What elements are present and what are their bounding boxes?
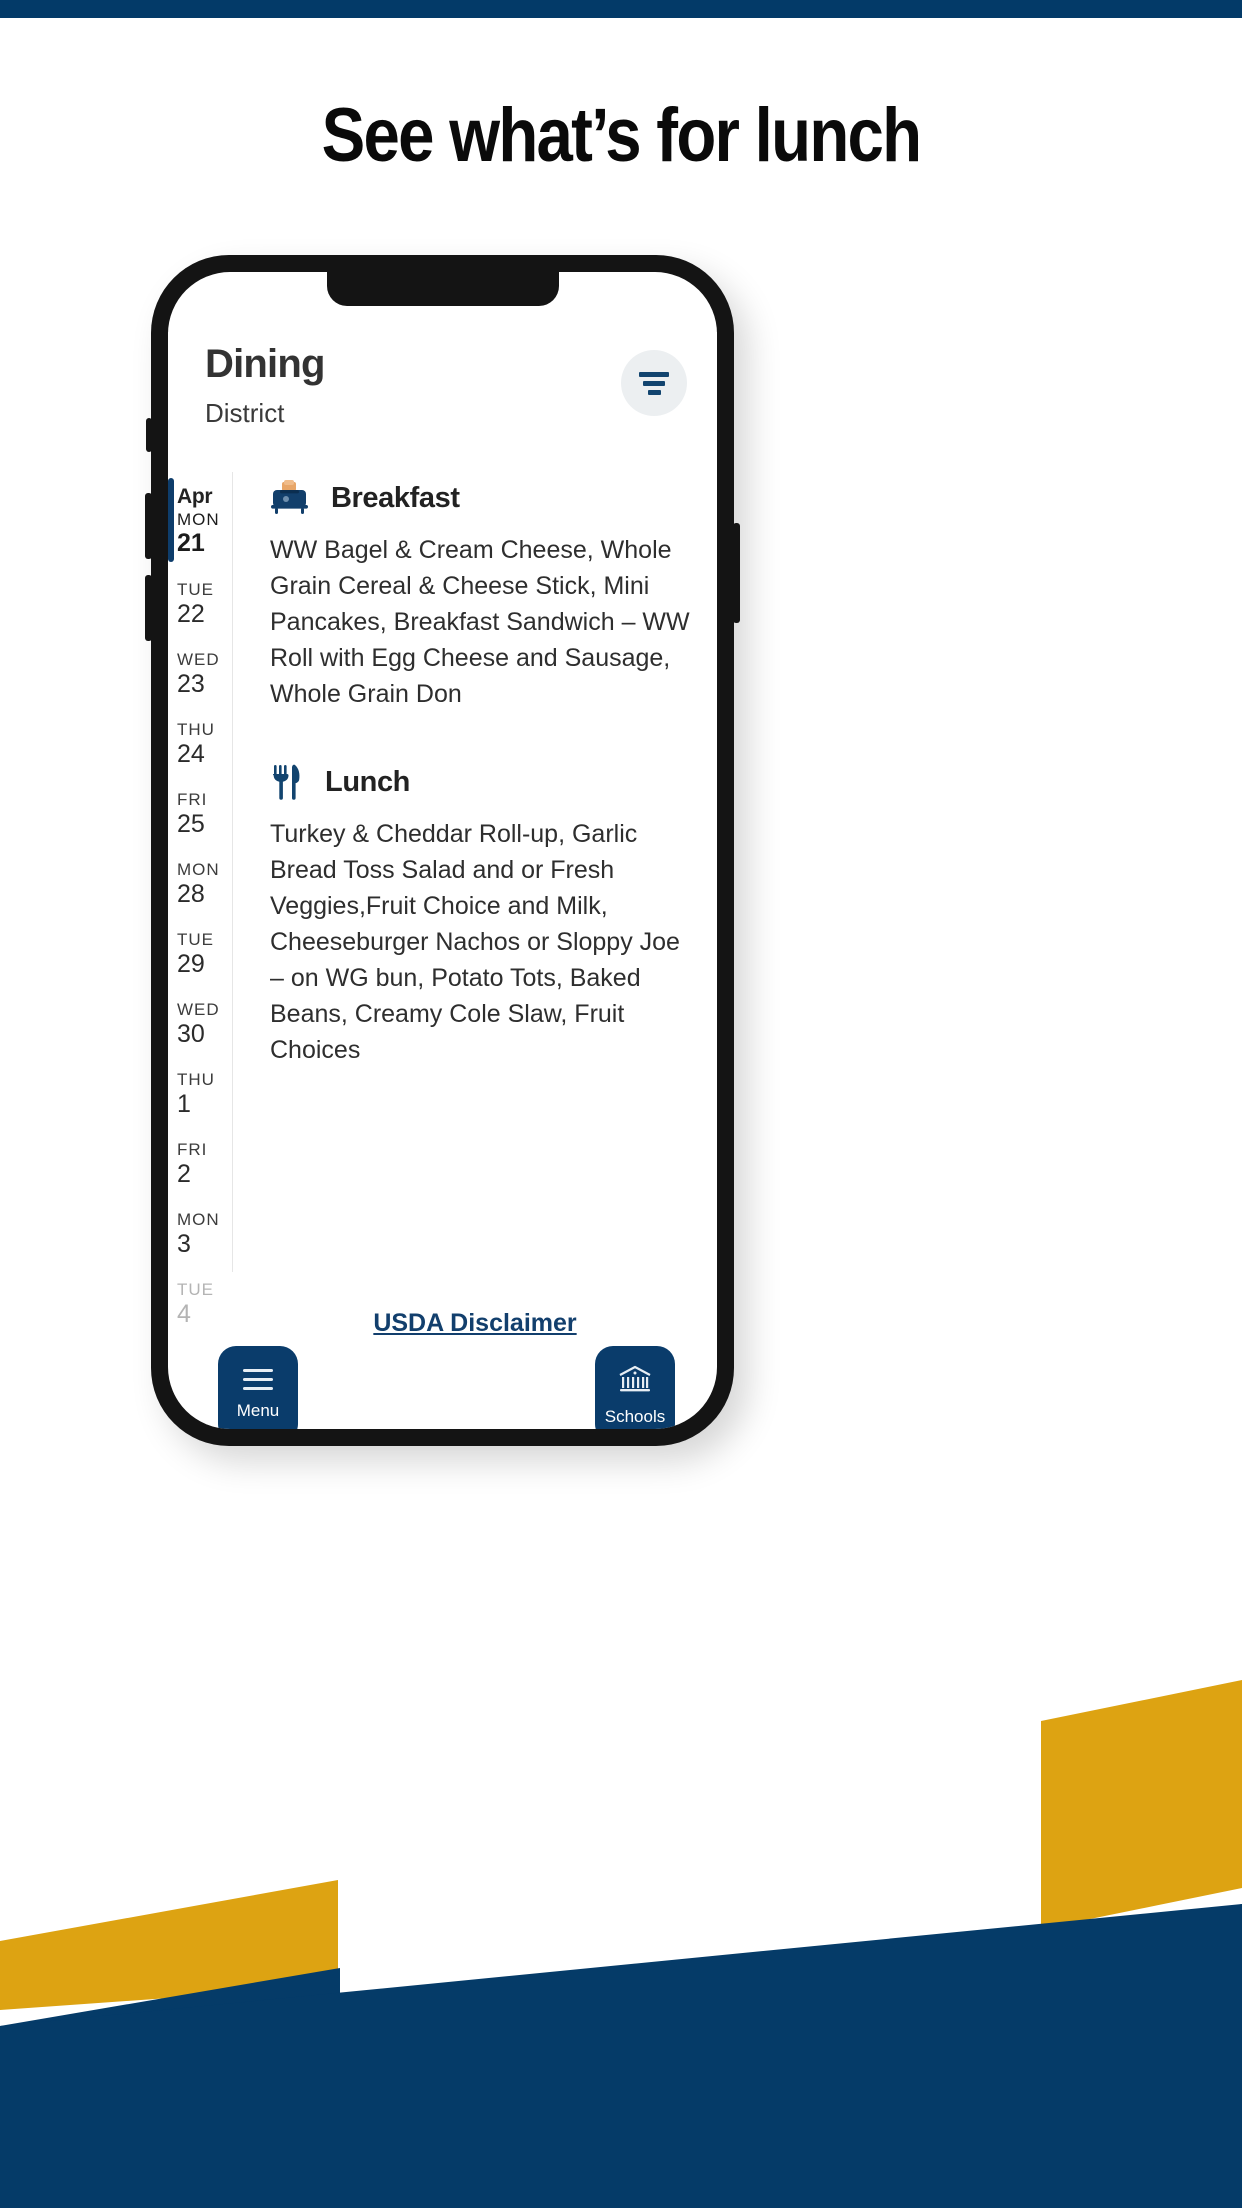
promo-screenshot: See what’s for lunch Dining District Apr… xyxy=(0,0,1242,2208)
phone-power-button xyxy=(733,523,740,623)
day-number: 3 xyxy=(177,1229,191,1258)
month-label: Apr xyxy=(177,484,213,508)
day-of-week: THU xyxy=(177,1070,215,1090)
phone-volume-down-button xyxy=(145,575,152,641)
date-cell[interactable]: FRI 25 xyxy=(168,778,232,848)
phone-mute-button xyxy=(146,418,152,452)
meal-list: Breakfast WW Bagel & Cream Cheese, Whole… xyxy=(233,472,717,1272)
day-number: 23 xyxy=(177,669,205,698)
date-cell[interactable]: MON 3 xyxy=(168,1198,232,1268)
date-cell[interactable]: WED 30 xyxy=(168,988,232,1058)
day-of-week: WED xyxy=(177,650,220,670)
schools-button[interactable]: Schools xyxy=(595,1346,675,1429)
meal-items: WW Bagel & Cream Cheese, Whole Grain Cer… xyxy=(270,536,690,708)
day-of-week: TUE xyxy=(177,580,214,600)
day-of-week: FRI xyxy=(177,1140,208,1160)
schools-button-label: Schools xyxy=(604,1406,666,1426)
menu-button-label: Menu xyxy=(236,1401,280,1420)
date-cell[interactable]: MON 28 xyxy=(168,848,232,918)
day-number: 21 xyxy=(177,528,205,557)
meal-name: Breakfast xyxy=(331,481,460,514)
meal-header: Breakfast xyxy=(270,476,695,520)
day-of-week: FRI xyxy=(177,790,208,810)
promo-headline: See what’s for lunch xyxy=(321,93,922,178)
day-number: 29 xyxy=(177,949,205,978)
date-cell[interactable]: THU 24 xyxy=(168,708,232,778)
page-subtitle: District xyxy=(205,398,285,428)
filter-button[interactable] xyxy=(621,350,687,416)
toaster-icon xyxy=(271,480,308,514)
phone-mockup: Dining District Apr MON 21 TUE 22 WED 23… xyxy=(145,255,740,1446)
day-of-week: MON xyxy=(177,860,220,880)
date-cell[interactable]: THU 1 xyxy=(168,1058,232,1128)
day-of-week: WED xyxy=(177,1000,220,1020)
date-cell-selected[interactable]: Apr MON 21 xyxy=(168,474,232,568)
day-number: 4 xyxy=(177,1299,191,1328)
fork-knife-icon xyxy=(272,764,300,800)
date-cell[interactable]: TUE 29 xyxy=(168,918,232,988)
bank-building-icon xyxy=(619,1365,651,1391)
day-of-week: THU xyxy=(177,720,215,740)
menu-body: Apr MON 21 TUE 22 WED 23 THU 24 FRI 25 M… xyxy=(168,472,717,1327)
meal-items: Turkey & Cheddar Roll-up, Garlic Bread T… xyxy=(270,820,680,1064)
date-cell[interactable]: TUE 4 xyxy=(168,1268,232,1338)
meal-section-lunch: Lunch Turkey & Cheddar Roll-up, Garlic B… xyxy=(270,760,695,1068)
date-cell[interactable]: TUE 22 xyxy=(168,568,232,638)
day-of-week: MON xyxy=(177,509,220,529)
meal-name: Lunch xyxy=(325,765,410,798)
meal-header: Lunch xyxy=(270,760,695,804)
day-number: 22 xyxy=(177,599,205,628)
day-number: 25 xyxy=(177,809,205,838)
day-number: 24 xyxy=(177,739,205,768)
page-title: Dining xyxy=(205,342,325,386)
phone-volume-up-button xyxy=(145,493,152,559)
gold-band-right xyxy=(1041,1680,1242,1929)
day-number: 28 xyxy=(177,879,205,908)
filter-icon xyxy=(639,371,669,395)
day-number: 2 xyxy=(177,1159,191,1188)
usda-disclaimer-link[interactable]: USDA Disclaimer xyxy=(233,1309,717,1338)
date-rail[interactable]: Apr MON 21 TUE 22 WED 23 THU 24 FRI 25 M… xyxy=(168,472,233,1327)
date-cell[interactable]: WED 23 xyxy=(168,638,232,708)
day-number: 30 xyxy=(177,1019,205,1048)
phone-notch xyxy=(326,272,559,306)
meal-section-breakfast: Breakfast WW Bagel & Cream Cheese, Whole… xyxy=(270,476,695,712)
day-of-week: MON xyxy=(177,1210,220,1230)
menu-button[interactable]: Menu xyxy=(218,1346,298,1429)
app-header: Dining District xyxy=(168,332,717,472)
hamburger-icon xyxy=(243,1369,273,1390)
phone-screen: Dining District Apr MON 21 TUE 22 WED 23… xyxy=(168,272,717,1429)
day-of-week: TUE xyxy=(177,1280,214,1300)
date-cell[interactable]: FRI 2 xyxy=(168,1128,232,1198)
day-number: 1 xyxy=(177,1089,191,1118)
day-of-week: TUE xyxy=(177,930,214,950)
